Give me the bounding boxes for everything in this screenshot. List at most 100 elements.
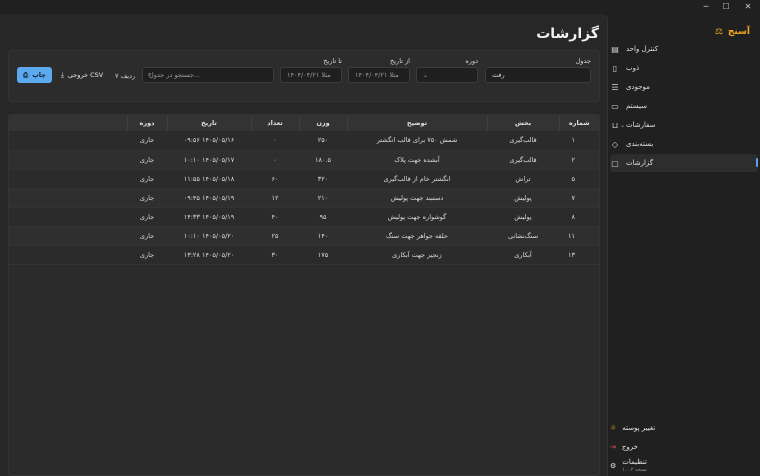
cell-number: ۵ [559,169,599,189]
cell-period: جاری [127,131,167,151]
active-indicator [756,158,758,167]
cell-period: جاری [127,188,167,208]
title-bar: ─ ☐ ✕ [0,0,760,14]
cell-period: جاری [127,245,167,265]
cell-description: دستبند جهت پولیش [347,188,487,208]
settings-button[interactable]: ⚙ تنظیمات نسخه ۱.۰.۲ [610,456,758,476]
col-header-weight[interactable]: وزن [298,115,347,131]
cell-weight: ۳۲۰ [299,169,347,189]
monitor-icon: ▭ [611,101,619,111]
sidebar-item-label: موجودی [626,83,650,91]
cell-section: پولیش [487,207,559,227]
table-row[interactable]: ۸ پولیش گوشواره جهت پولیش ۹۵ ۴۰ ۱۴۰۵/۰۵/… [9,207,599,227]
sidebar-item-label: کنترل واحد [626,45,659,53]
cell-date: ۱۴۰۵/۰۵/۲۰ ۱۳:۲۸ [167,245,251,265]
sidebar: ⚖ آسنج ▤ کنترل واحد ▯ ذوب ☰ موجودی ▭ سیس… [610,14,760,476]
table-row[interactable]: ۷ پولیش دستبند جهت پولیش ۲۱۰ ۱۲ ۱۴۰۵/۰۵/… [9,188,599,208]
sidebar-item-inventory[interactable]: ☰ موجودی [610,78,758,96]
search-input[interactable]: جستجو در جدول... ⌕ [142,67,274,83]
clipboard-icon: ▤ [611,44,619,54]
cell-section: تراش [487,169,559,189]
col-header-description[interactable]: توضیح [346,115,487,131]
sidebar-item-label: بسته‌بندی [626,140,654,148]
close-button[interactable]: ✕ [738,0,758,14]
cell-count: ۳۰ [251,245,299,265]
sidebar-item-packaging[interactable]: ◇ بسته‌بندی [610,135,758,153]
maximize-button[interactable]: ☐ [716,0,736,14]
col-header-section[interactable]: بخش [486,115,559,131]
col-header-count[interactable]: تعداد [250,115,299,131]
cell-period: جاری [127,150,167,170]
period-label: دوره [465,57,478,65]
logout-button[interactable]: ⇥ خروج [610,438,758,456]
cell-spacer [9,245,127,265]
cell-spacer [9,150,127,170]
scale-icon: ⚖ [714,27,723,37]
minimize-button[interactable]: ─ [696,0,716,14]
chevron-down-icon[interactable]: ⌄ [620,122,625,129]
cell-spacer [9,207,127,227]
tag-icon: ◇ [611,139,619,149]
logout-icon: ⇥ [610,443,616,451]
cell-date: ۱۴۰۵/۰۵/۱۸ ۱۱:۵۵ [167,169,251,189]
cell-weight: ۲۱۰ [299,188,347,208]
sidebar-item-system[interactable]: ▭ سیستم [610,97,758,115]
sidebar-item-orders[interactable]: ⊔ سفارشات ⌄ [610,116,758,134]
cell-date: ۱۴۰۵/۰۵/۱۹ ۱۴:۳۳ [167,207,251,227]
print-button[interactable]: ⎙ چاپ [17,67,52,83]
cell-count: ۴۰ [251,207,299,227]
sidebar-item-melt[interactable]: ▯ ذوب [610,59,758,77]
cell-period: جاری [127,226,167,246]
cell-weight: ۲۵۰ [299,131,347,151]
cell-date: ۱۴۰۵/۰۵/۱۹ ۰۹:۴۵ [167,188,251,208]
to-date-label: تا تاریخ [323,57,342,65]
settings-text: تنظیمات نسخه ۱.۰.۲ [622,458,647,474]
cell-count: ۶۰ [251,169,299,189]
table-select[interactable]: رفت ⌄ [485,67,591,83]
sidebar-item-label: سیستم [626,102,647,110]
from-date-input[interactable]: مثلا ۱۴۰۴/۰۴/۲۱ [348,67,410,83]
rows-count: ۷ ردیف [115,72,136,80]
cell-spacer [9,188,127,208]
table-row[interactable]: ۱۳ آبکاری زنجیر جهت آبکاری ۱۷۵ ۳۰ ۱۴۰۵/۰… [9,245,599,265]
cell-number: ۱۳ [559,245,599,265]
version-label: نسخه ۱.۰.۲ [622,467,647,473]
table-row[interactable]: ۵ تراش انگشتر خام از قالب‌گیری ۳۲۰ ۶۰ ۱۴… [9,169,599,189]
reports-table: شماره بخش توضیح وزن تعداد تاریخ دوره ۱ ق… [8,114,600,476]
cell-weight: ۹۵ [299,207,347,227]
cell-count: ۲۵ [251,226,299,246]
download-icon: ⤓ [61,70,64,79]
cell-description: گوشواره جهت پولیش [347,207,487,227]
cell-description: انگشتر خام از قالب‌گیری [347,169,487,189]
table-row[interactable]: ۲ قالب‌گیری آبشده جهت پلاک ۱۸۰.۵ ۰ ۱۴۰۵/… [9,150,599,170]
col-header-date[interactable]: تاریخ [166,115,251,131]
sun-icon: ☼ [610,424,617,432]
chevron-down-icon: ⌄ [423,71,429,79]
phone-icon: ▯ [612,63,618,73]
export-csv-button[interactable]: ⤓ خروجی CSV [55,67,110,83]
brand: ⚖ آسنج [715,24,750,40]
cell-spacer [9,169,127,189]
sidebar-item-reports[interactable]: ▢ گزارشات [610,154,758,172]
cell-weight: ۱۴۰ [299,226,347,246]
search-icon: ⌕ [148,71,152,78]
table-row[interactable]: ۱۱ سنگ‌نشانی حلقه جواهر جهت سنگ ۱۴۰ ۲۵ ۱… [9,226,599,246]
cell-number: ۱ [559,131,599,151]
cell-number: ۱۱ [559,226,599,246]
table-row[interactable]: ۱ قالب‌گیری شمش ۷۵۰ برای قالب انگشتر ۲۵۰… [9,131,599,151]
theme-toggle[interactable]: ☼ تغییر پوسته [610,419,758,437]
cell-count: ۰ [251,131,299,151]
cell-date: ۱۴۰۵/۰۵/۱۶ ۰۹:۵۶ [167,131,251,151]
col-header-period[interactable]: دوره [126,115,167,131]
table-header-row: شماره بخش توضیح وزن تعداد تاریخ دوره [9,115,599,131]
to-date-input[interactable]: مثلا ۱۴۰۴/۰۴/۲۱ [280,67,342,83]
period-select[interactable]: ⌄ [416,67,478,83]
cell-number: ۷ [559,188,599,208]
sidebar-item-label: سفارشات [626,121,656,129]
table-label: جدول [575,57,591,65]
col-header-number[interactable]: شماره [558,115,599,131]
sidebar-item-unit-control[interactable]: ▤ کنترل واحد [610,40,758,58]
brand-name: آسنج [727,27,750,37]
list-icon: ☰ [611,82,619,92]
page-title: گزارشات [536,26,599,42]
